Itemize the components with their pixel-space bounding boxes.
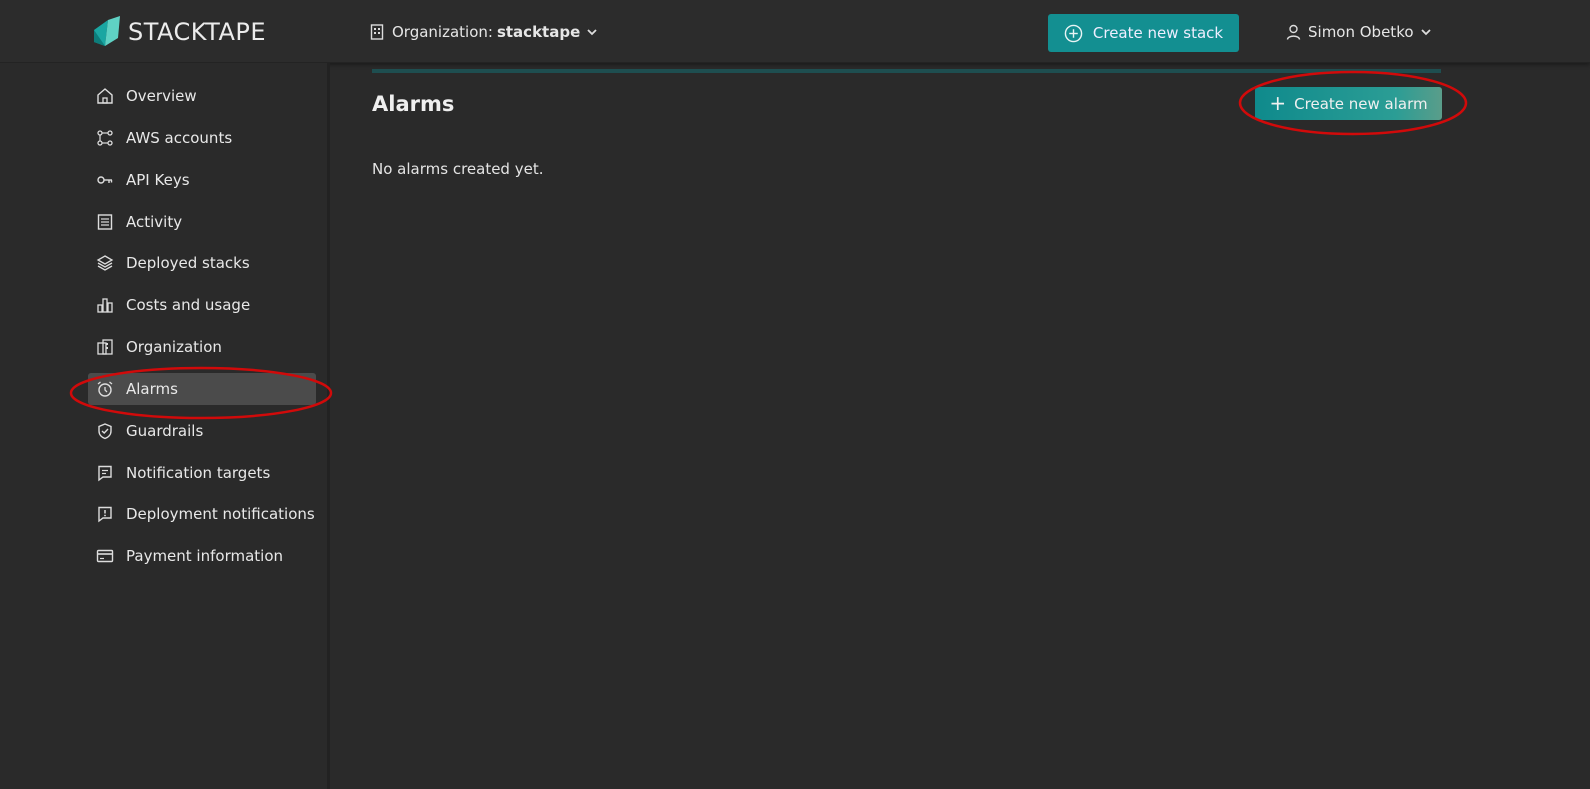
building-icon xyxy=(370,24,384,40)
sidebar: Overview AWS accounts API Keys Activity … xyxy=(0,63,330,789)
plus-circle-icon xyxy=(1064,24,1083,42)
sidebar-item-overview[interactable]: Overview xyxy=(88,80,316,112)
organization-name: stacktape xyxy=(496,23,581,41)
create-new-stack-label: Create new stack xyxy=(1092,24,1224,42)
sidebar-item-alarms[interactable]: Alarms xyxy=(88,373,316,405)
network-icon xyxy=(97,130,113,146)
create-new-alarm-label: Create new alarm xyxy=(1294,94,1428,113)
plus-icon: + xyxy=(1269,90,1287,115)
sidebar-item-activity[interactable]: Activity xyxy=(88,206,316,238)
logo-text: STACKTAPE xyxy=(128,18,267,46)
sidebar-item-label: Alarms xyxy=(126,380,178,398)
sidebar-item-deployment-notifications[interactable]: Deployment notifications xyxy=(88,498,316,530)
sidebar-item-deployed-stacks[interactable]: Deployed stacks xyxy=(88,247,316,279)
sidebar-item-label: Deployment notifications xyxy=(126,505,315,523)
organization-label: Organization: xyxy=(392,23,493,41)
sidebar-item-costs-and-usage[interactable]: Costs and usage xyxy=(88,289,316,321)
page-title: Alarms xyxy=(372,92,455,116)
bar-chart-icon xyxy=(97,298,113,313)
sidebar-item-api-keys[interactable]: API Keys xyxy=(88,164,316,196)
sidebar-item-label: Organization xyxy=(126,338,222,356)
credit-card-icon xyxy=(96,549,114,563)
loading-bar xyxy=(372,69,1441,73)
shield-check-icon xyxy=(98,423,112,440)
stacktape-logo-icon xyxy=(94,16,120,46)
empty-state-text: No alarms created yet. xyxy=(372,160,544,178)
sidebar-item-label: Costs and usage xyxy=(126,296,251,314)
alert-message-icon xyxy=(98,506,112,523)
sidebar-item-label: Guardrails xyxy=(126,422,204,440)
alarm-clock-icon xyxy=(97,381,113,397)
layers-icon xyxy=(96,255,114,271)
chevron-down-icon xyxy=(587,29,597,36)
organization-selector[interactable]: Organization: stacktape xyxy=(370,20,598,44)
sidebar-item-guardrails[interactable]: Guardrails xyxy=(88,415,316,447)
sidebar-item-organization[interactable]: Organization xyxy=(88,331,316,363)
logo[interactable]: STACKTAPE xyxy=(92,16,266,48)
user-name: Simon Obetko xyxy=(1308,23,1414,41)
home-icon xyxy=(97,88,113,104)
sidebar-item-label: Activity xyxy=(126,213,183,231)
sidebar-item-label: API Keys xyxy=(126,171,190,189)
sidebar-item-aws-accounts[interactable]: AWS accounts xyxy=(88,122,316,154)
user-icon xyxy=(1286,24,1301,40)
message-icon xyxy=(98,465,112,482)
user-menu[interactable]: Simon Obetko xyxy=(1286,20,1432,44)
sidebar-item-label: Overview xyxy=(126,87,197,105)
sidebar-item-payment-information[interactable]: Payment information xyxy=(88,540,316,572)
top-bar: STACKTAPE Organization: stacktape Create… xyxy=(0,0,1590,63)
sidebar-item-label: Notification targets xyxy=(126,464,271,482)
list-icon xyxy=(97,214,113,230)
sidebar-item-label: AWS accounts xyxy=(126,129,233,147)
create-new-stack-button[interactable]: Create new stack xyxy=(1048,14,1239,52)
building-icon xyxy=(97,339,113,355)
create-new-alarm-button[interactable]: + Create new alarm xyxy=(1255,87,1442,120)
sidebar-item-label: Deployed stacks xyxy=(126,254,250,272)
sidebar-item-label: Payment information xyxy=(126,547,284,565)
key-icon xyxy=(97,176,113,184)
sidebar-item-notification-targets[interactable]: Notification targets xyxy=(88,457,316,489)
chevron-down-icon xyxy=(1420,29,1431,36)
